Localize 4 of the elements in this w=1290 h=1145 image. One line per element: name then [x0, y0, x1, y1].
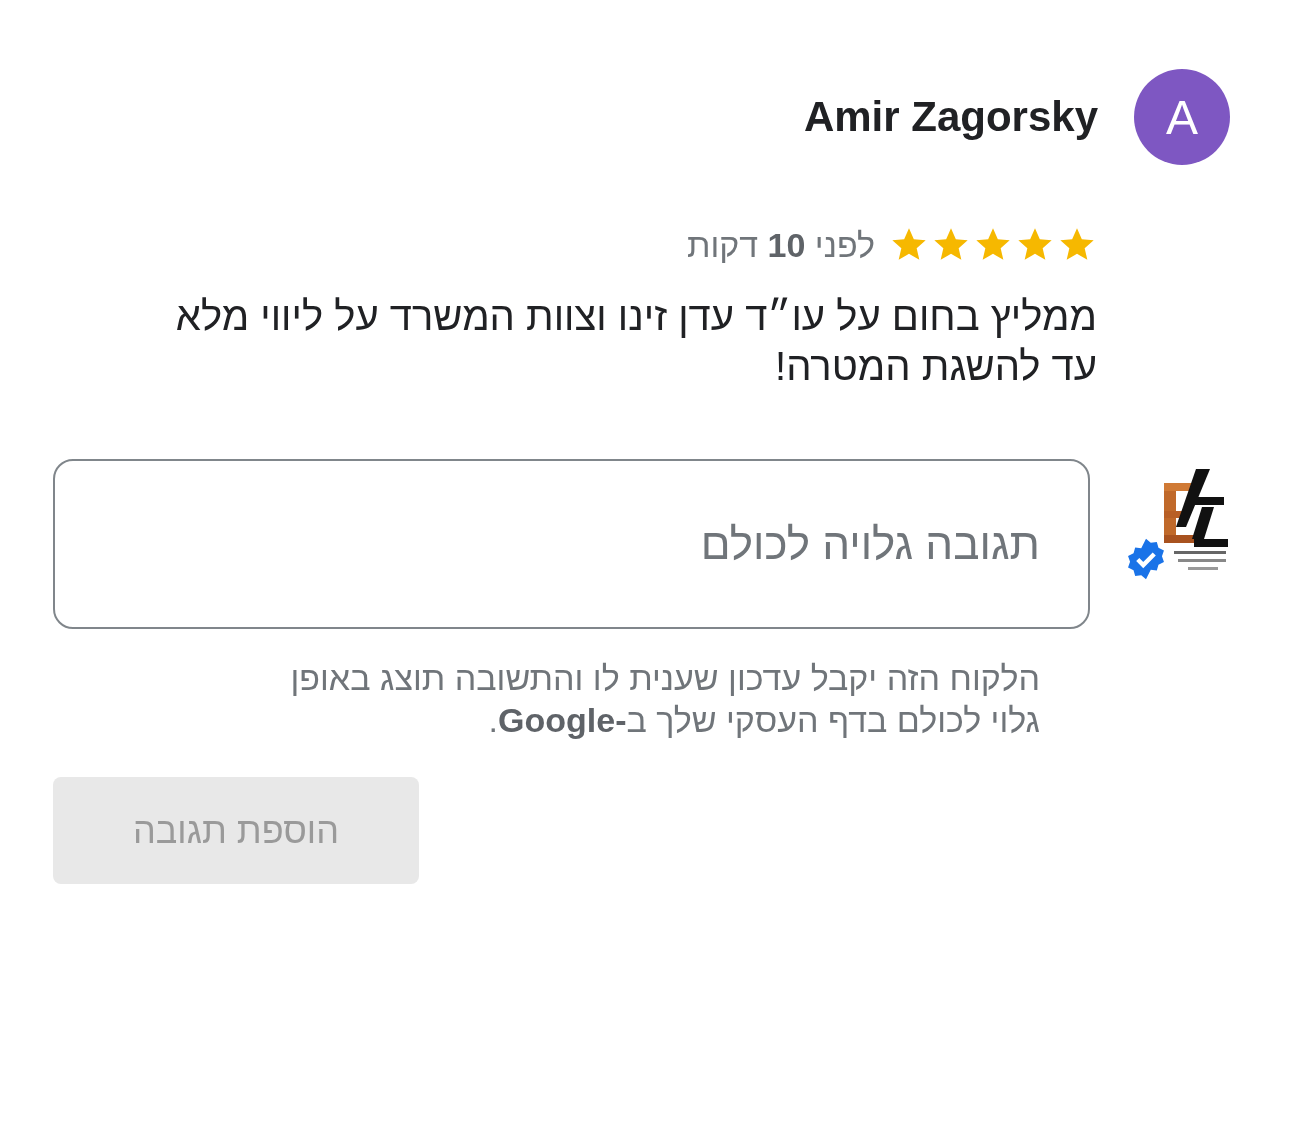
avatar: A: [1134, 69, 1230, 165]
review-text: ממליץ בחום על עו״ד עדן זינו וצוות המשרד על ליווי מלא עד להשגת המטרה!: [174, 293, 1097, 390]
reply-field[interactable]: תגובה גלויה לכולם: [53, 459, 1090, 629]
reviewer-name: Amir Zagorsky: [803, 93, 1098, 141]
